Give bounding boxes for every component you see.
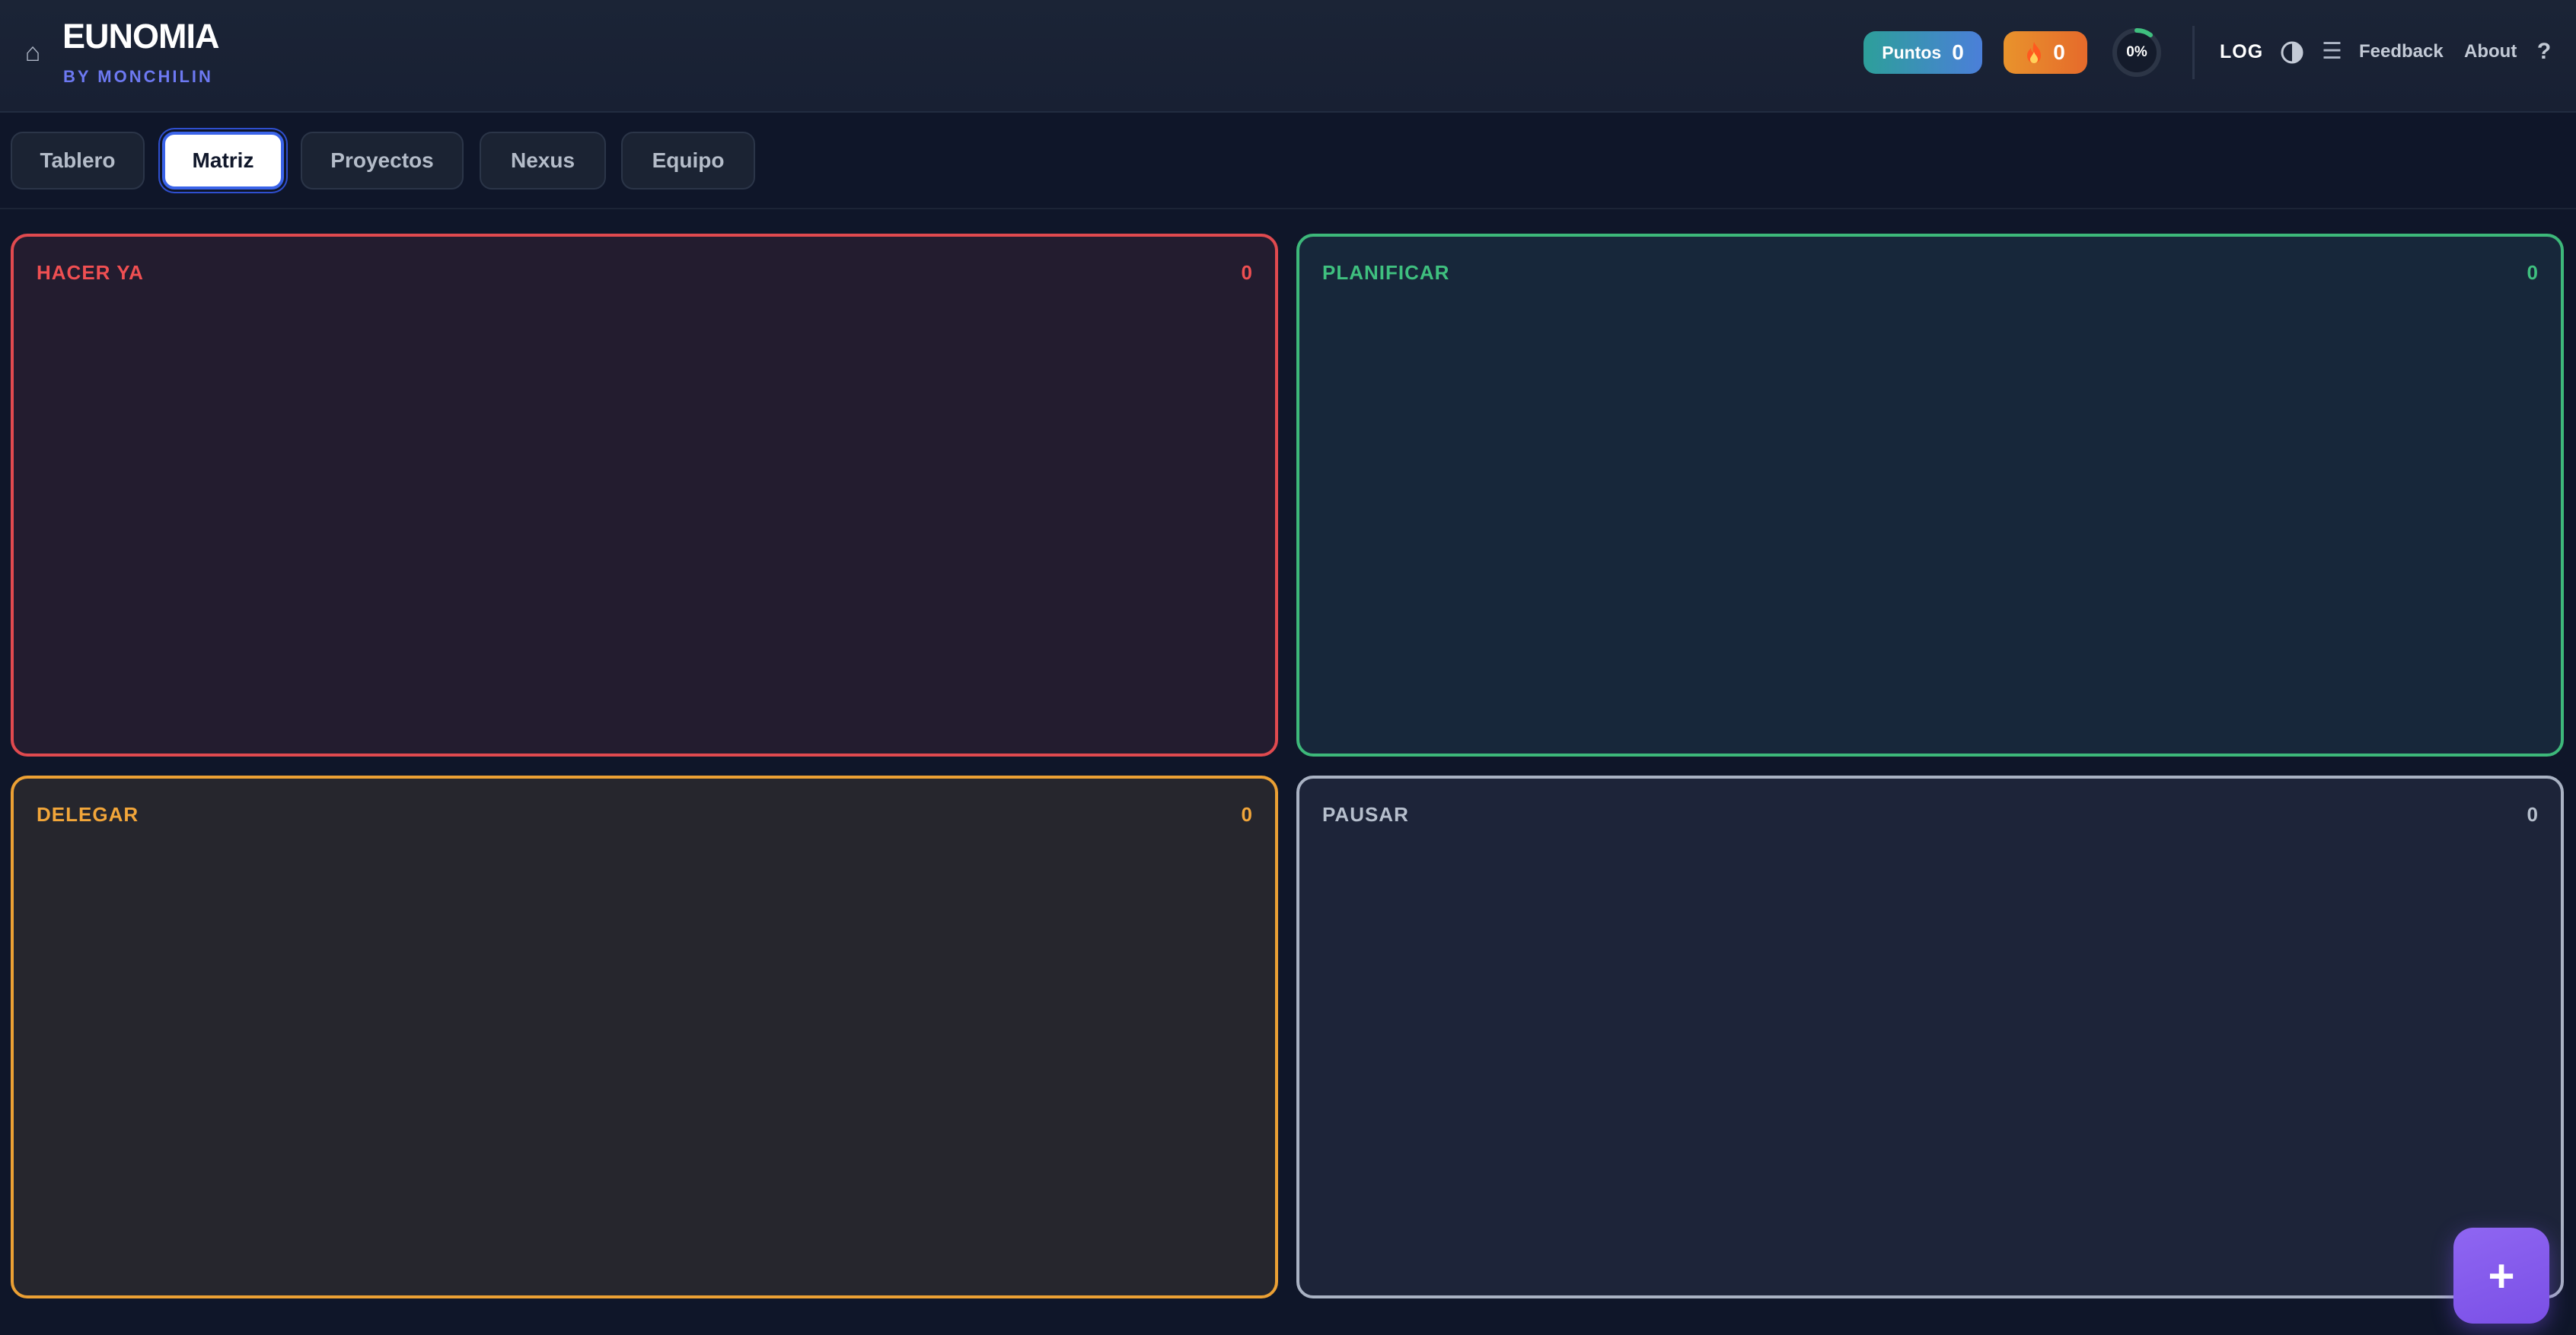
- tab-tablero[interactable]: Tablero: [11, 132, 145, 190]
- quadrant-title: PLANIFICAR: [1322, 261, 1450, 284]
- top-header: ⌂ EUNOMIA BY MONCHILIN Puntos 0 0 0% LOG: [0, 0, 2576, 113]
- tab-matriz[interactable]: Matriz: [162, 132, 284, 190]
- app-subtitle: BY MONCHILIN: [63, 67, 213, 86]
- quadrant-delegar[interactable]: DELEGAR 0: [11, 776, 1278, 1298]
- points-badge[interactable]: Puntos 0: [1863, 31, 1982, 74]
- streak-badge[interactable]: 0: [2004, 31, 2087, 74]
- quadrant-title: DELEGAR: [37, 803, 139, 826]
- tab-proyectos[interactable]: Proyectos: [301, 132, 464, 190]
- theme-toggle-icon[interactable]: [2280, 40, 2304, 65]
- tab-equipo[interactable]: Equipo: [621, 132, 755, 190]
- tab-bar: Tablero Matriz Proyectos Nexus Equipo: [0, 114, 2576, 209]
- tab-nexus[interactable]: Nexus: [480, 132, 606, 190]
- quadrant-title: HACER YA: [37, 261, 144, 284]
- app-root: ⌂ EUNOMIA BY MONCHILIN Puntos 0 0 0% LOG: [0, 0, 2576, 1335]
- quadrant-count: 0: [2527, 803, 2538, 826]
- streak-value: 0: [2053, 40, 2065, 64]
- add-task-button[interactable]: +: [2453, 1228, 2549, 1324]
- progress-ring[interactable]: 0%: [2111, 27, 2163, 78]
- menu-icon[interactable]: ☰: [2322, 38, 2342, 65]
- quadrant-pausar[interactable]: PAUSAR 0: [1296, 776, 2564, 1298]
- quadrant-hacer-ya[interactable]: HACER YA 0: [11, 234, 1278, 757]
- quadrant-title: PAUSAR: [1322, 803, 1409, 826]
- quadrant-planificar[interactable]: PLANIFICAR 0: [1296, 234, 2564, 757]
- help-icon[interactable]: ?: [2533, 37, 2555, 67]
- quadrant-count: 0: [1241, 803, 1252, 826]
- header-divider: [2192, 26, 2195, 79]
- quadrant-count: 0: [2527, 261, 2538, 284]
- home-icon[interactable]: ⌂: [21, 35, 44, 70]
- app-title: EUNOMIA: [62, 17, 219, 56]
- fire-icon: [2027, 42, 2042, 63]
- feedback-link[interactable]: Feedback: [2359, 38, 2444, 65]
- quadrant-count: 0: [1241, 261, 1252, 284]
- progress-percent: 0%: [2126, 44, 2147, 60]
- log-button[interactable]: LOG: [2220, 38, 2263, 65]
- points-label: Puntos: [1882, 42, 1942, 62]
- points-value: 0: [1952, 40, 1964, 64]
- about-link[interactable]: About: [2464, 38, 2517, 65]
